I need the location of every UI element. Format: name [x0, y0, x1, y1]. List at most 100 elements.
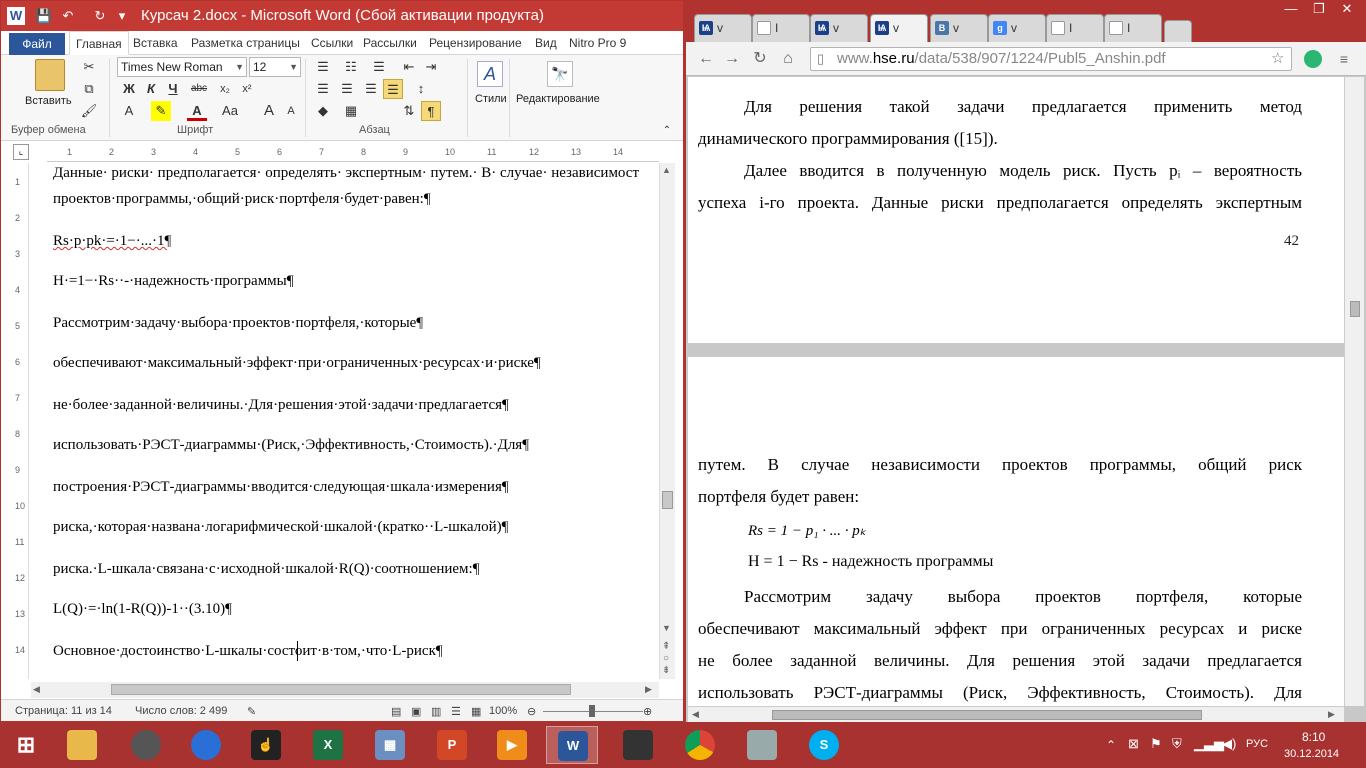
forward-icon[interactable]: → [722, 49, 742, 69]
tab-selector[interactable]: ⌞ [13, 144, 29, 160]
taskbar-skype[interactable]: S [798, 726, 850, 764]
browser-tab[interactable]: I [1046, 14, 1104, 42]
prev-page-icon[interactable]: ⇞ [662, 641, 670, 652]
full-screen-icon[interactable]: ▣ [411, 705, 421, 718]
scroll-up-icon[interactable]: ▲ [662, 165, 671, 175]
qat-customize-icon[interactable]: ▾ [113, 7, 131, 25]
taskbar-app-hand[interactable]: ☝ [240, 726, 292, 764]
show-marks-button[interactable]: ¶ [421, 101, 441, 121]
align-left-button[interactable]: ☰ [313, 79, 333, 99]
zoom-out-icon[interactable]: ⊖ [527, 705, 536, 718]
taskbar-file-explorer[interactable] [56, 726, 108, 764]
tab-file[interactable]: Файл [9, 33, 65, 55]
copy-icon[interactable]: ⧉ [79, 79, 99, 99]
back-icon[interactable]: ← [696, 49, 716, 69]
taskbar-app-terminal[interactable] [612, 726, 664, 764]
tab-insert[interactable]: Вставка [127, 31, 184, 55]
shading-icon[interactable]: ◆ [313, 101, 333, 121]
scroll-right-icon[interactable]: ▶ [645, 684, 652, 695]
input-language[interactable]: РУС [1246, 738, 1268, 750]
start-button[interactable]: ⊞ [0, 726, 52, 764]
zoom-slider-thumb[interactable] [589, 705, 595, 717]
taskbar-excel[interactable]: X [302, 726, 354, 764]
paste-icon[interactable] [35, 59, 65, 91]
editing-button[interactable]: Редактирование [516, 93, 600, 105]
security-icon[interactable]: ⛨ [1172, 736, 1182, 752]
pdf-horizontal-scrollbar[interactable]: ◀ ▶ [688, 706, 1344, 722]
change-case-button[interactable]: Aa [217, 101, 243, 121]
shrink-font-button[interactable]: A [281, 101, 301, 121]
scroll-right-icon[interactable]: ▶ [1328, 709, 1335, 720]
save-icon[interactable]: 💾 [35, 7, 53, 25]
browse-object-icon[interactable]: ○ [663, 653, 669, 664]
numbering-icon[interactable]: ☷ [341, 57, 361, 77]
tab-nitro[interactable]: Nitro Pro 9 [563, 31, 632, 55]
close-icon[interactable]: ✕ [1334, 0, 1360, 18]
taskbar-calculator[interactable]: ▦ [364, 726, 416, 764]
styles-button[interactable]: Стили [475, 93, 507, 105]
network-error-icon[interactable]: ⊠ [1128, 736, 1139, 752]
subscript-button[interactable]: x₂ [215, 79, 235, 99]
document-area[interactable]: Данные· риски· предполагается· определят… [31, 163, 659, 679]
align-right-button[interactable]: ☰ [361, 79, 381, 99]
reload-icon[interactable]: ↻ [750, 49, 770, 69]
undo-icon[interactable]: ↶ [59, 7, 77, 25]
word-scroll-thumb[interactable] [662, 491, 673, 509]
tab-page-layout[interactable]: Разметка страницы [185, 31, 306, 55]
browser-tab-active[interactable]: Ѩv [870, 14, 928, 42]
superscript-button[interactable]: x² [237, 79, 257, 99]
zoom-level[interactable]: 100% [489, 705, 517, 717]
line-spacing-icon[interactable]: ↕ [411, 79, 431, 99]
word-count[interactable]: Число слов: 2 499 [135, 705, 227, 717]
browser-tab[interactable]: Вv [930, 14, 988, 42]
tray-expand-icon[interactable]: ⌃ [1106, 738, 1116, 752]
decrease-indent-icon[interactable]: ⇤ [399, 57, 419, 77]
word-horizontal-scrollbar[interactable]: ◀ ▶ [31, 682, 659, 698]
minimize-icon[interactable]: — [1278, 0, 1304, 18]
cut-icon[interactable]: ✂ [79, 57, 99, 77]
signal-icon[interactable]: ▁▃▅ [1194, 736, 1224, 752]
draft-icon[interactable]: ▦ [471, 705, 481, 718]
taskbar-media-player[interactable]: ▶ [486, 726, 538, 764]
collapse-ribbon-icon[interactable]: ⌃ [657, 121, 677, 141]
pdf-hscroll-thumb[interactable] [772, 710, 1202, 720]
sort-icon[interactable]: ⇅ [399, 101, 419, 121]
highlight-icon[interactable]: ✎ [151, 101, 171, 121]
bookmark-star-icon[interactable]: ☆ [1271, 48, 1284, 70]
browser-tab[interactable]: Ѩv [694, 14, 752, 42]
home-icon[interactable]: ⌂ [778, 49, 798, 69]
taskbar-word[interactable]: W [546, 726, 598, 764]
paste-button[interactable]: Вставить [25, 95, 72, 107]
browser-tab[interactable]: gv [988, 14, 1046, 42]
italic-button[interactable]: К [141, 79, 161, 99]
web-layout-icon[interactable]: ▥ [431, 705, 441, 718]
bullets-icon[interactable]: ☰ [313, 57, 333, 77]
styles-icon[interactable]: A [477, 61, 503, 87]
multilevel-list-icon[interactable]: ☰ [369, 57, 389, 77]
clock-date[interactable]: 30.12.2014 [1284, 748, 1339, 760]
vertical-ruler[interactable]: 1 2 3 4 5 6 7 8 9 10 11 12 13 14 [13, 163, 29, 679]
pdf-viewer[interactable]: Для решения такой задачи предлагается пр… [688, 77, 1344, 706]
align-center-button[interactable]: ☰ [337, 79, 357, 99]
page-count[interactable]: Страница: 11 из 14 [15, 705, 112, 717]
tab-view[interactable]: Вид [529, 31, 563, 55]
menu-icon[interactable]: ≡ [1334, 49, 1354, 69]
word-vertical-scrollbar[interactable]: ▲ ▼ ⇞ ○ ⇟ [659, 163, 675, 679]
tab-references[interactable]: Ссылки [305, 31, 359, 55]
scroll-down-icon[interactable]: ▼ [662, 623, 671, 633]
proofing-icon[interactable]: ✎ [247, 705, 256, 718]
strikethrough-button[interactable]: abc [189, 79, 209, 99]
scroll-left-icon[interactable]: ◀ [692, 709, 699, 720]
browser-tab[interactable]: Ѩv [810, 14, 868, 42]
pdf-scroll-thumb[interactable] [1350, 301, 1360, 317]
address-bar[interactable]: ▯ www.hse.ru/data/538/907/1224/Publ5_Ans… [810, 47, 1292, 71]
new-tab-button[interactable] [1164, 20, 1192, 42]
borders-icon[interactable]: ▦ [341, 101, 361, 121]
clock-time[interactable]: 8:10 [1302, 730, 1325, 744]
redo-icon[interactable]: ↻ [91, 7, 109, 25]
browser-tab[interactable]: I [1104, 14, 1162, 42]
underline-button[interactable]: Ч [163, 79, 183, 99]
word-hscroll-thumb[interactable] [111, 684, 571, 695]
restore-icon[interactable]: ❐ [1306, 0, 1332, 18]
font-color-button[interactable]: A [187, 101, 207, 121]
